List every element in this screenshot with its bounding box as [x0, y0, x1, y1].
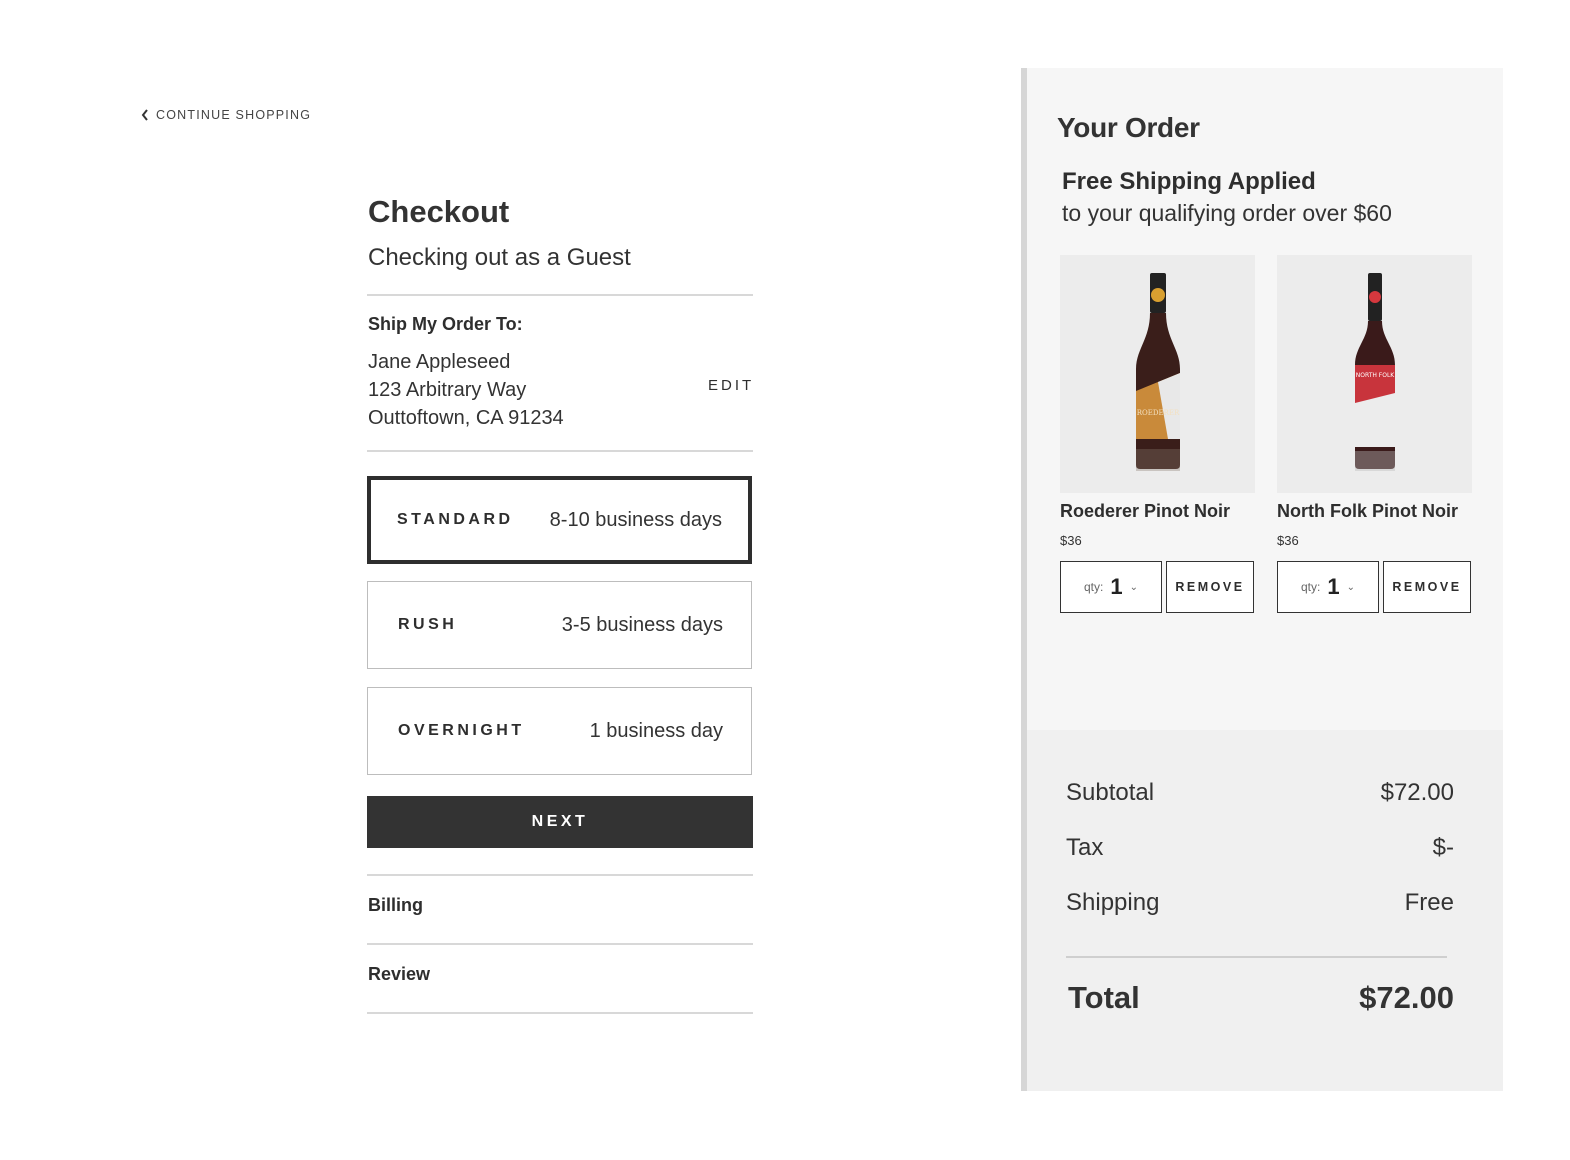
product-image-roederer[interactable]: ROEDERER — [1060, 255, 1255, 493]
tax-label: Tax — [1066, 834, 1104, 861]
address-street: 123 Arbitrary Way — [368, 379, 527, 401]
shipping-value: Free — [1404, 889, 1454, 916]
page-title: Checkout — [368, 194, 510, 229]
qty-value: 1 — [1110, 574, 1123, 599]
total-value: $72.00 — [1359, 980, 1454, 1015]
remove-button[interactable]: REMOVE — [1166, 561, 1254, 613]
quantity-select[interactable]: qty: 1 ⌄ — [1277, 561, 1379, 613]
remove-button[interactable]: REMOVE — [1383, 561, 1471, 613]
product-image-north-folk[interactable]: NORTH FOLK — [1277, 255, 1472, 493]
summary-divider — [1066, 956, 1447, 958]
product-price: $36 — [1277, 533, 1299, 548]
qty-label: qty: — [1301, 580, 1321, 594]
step-review[interactable]: Review — [368, 964, 430, 985]
address-name: Jane Appleseed — [368, 351, 511, 373]
wine-bottle-icon: NORTH FOLK — [1354, 273, 1395, 471]
divider — [367, 450, 753, 452]
shipping-option-overnight[interactable]: OVERNIGHT 1 business day — [367, 687, 752, 775]
free-shipping-subtitle: to your qualifying order over $60 — [1062, 200, 1392, 226]
divider — [367, 874, 753, 876]
step-billing[interactable]: Billing — [368, 895, 423, 916]
chevron-down-icon: ⌄ — [1129, 581, 1138, 593]
continue-shopping-link[interactable]: CONTINUE SHOPPING — [140, 108, 311, 122]
guest-subtitle: Checking out as a Guest — [368, 244, 631, 271]
edit-address-button[interactable]: EDIT — [708, 377, 754, 394]
wine-bottle-icon: ROEDERER — [1135, 273, 1180, 471]
divider — [367, 294, 753, 296]
subtotal-value: $72.00 — [1380, 779, 1454, 806]
ship-to-label: Ship My Order To: — [368, 314, 523, 334]
shipping-option-days: 1 business day — [589, 719, 723, 742]
total-label: Total — [1068, 980, 1140, 1015]
shipping-option-name: STANDARD — [397, 511, 514, 528]
shipping-option-name: OVERNIGHT — [398, 722, 525, 739]
continue-shopping-label: CONTINUE SHOPPING — [156, 108, 312, 122]
shipping-label: Shipping — [1066, 889, 1160, 916]
shipping-option-days: 8-10 business days — [549, 508, 722, 531]
chevron-down-icon: ⌄ — [1346, 581, 1355, 593]
order-title: Your Order — [1057, 112, 1200, 143]
shipping-option-days: 3-5 business days — [561, 613, 723, 636]
bottle-label-text: NORTH FOLK — [1355, 372, 1395, 379]
next-button[interactable]: NEXT — [367, 796, 753, 848]
divider — [367, 1012, 753, 1014]
shipping-option-name: RUSH — [398, 616, 458, 633]
free-shipping-title: Free Shipping Applied — [1062, 168, 1316, 195]
quantity-select[interactable]: qty: 1 ⌄ — [1060, 561, 1162, 613]
shipping-option-rush[interactable]: RUSH 3-5 business days — [367, 581, 752, 669]
product-price: $36 — [1060, 533, 1082, 548]
chevron-left-icon — [141, 109, 148, 121]
product-name[interactable]: North Folk Pinot Noir — [1277, 501, 1458, 522]
shipping-address: Jane Appleseed 123 Arbitrary Way Outtoft… — [368, 348, 753, 432]
tax-value: $- — [1432, 834, 1454, 861]
product-name[interactable]: Roederer Pinot Noir — [1060, 501, 1230, 522]
qty-label: qty: — [1084, 580, 1104, 594]
address-city: Outtoftown, CA 91234 — [368, 407, 564, 429]
bottle-label-text: ROEDERER — [1136, 409, 1179, 417]
divider — [367, 943, 753, 945]
shipping-option-standard[interactable]: STANDARD 8-10 business days — [367, 476, 752, 564]
qty-value: 1 — [1327, 574, 1340, 599]
subtotal-label: Subtotal — [1066, 779, 1155, 806]
